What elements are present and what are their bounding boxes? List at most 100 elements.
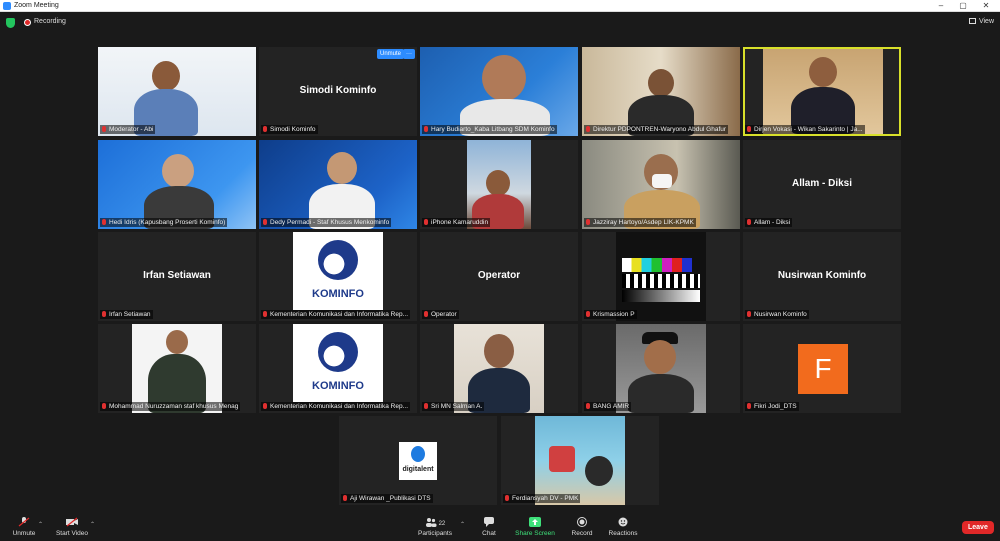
chat-button[interactable]: Chat xyxy=(478,517,500,537)
video-tile[interactable]: digitalent Aji Wirawan _Publikasi DTS xyxy=(339,416,497,505)
security-shield-icon[interactable] xyxy=(6,18,15,28)
video-tile[interactable]: Direktur PDPONTREN-Waryono Abdul Ghafur xyxy=(582,47,740,136)
participant-name: Jazziray Hartoyo/Asdep LIK-KPMK xyxy=(584,218,696,227)
video-tile[interactable]: Hedi Idris (Kapusbang Proserti Kominfo) xyxy=(98,140,256,229)
participants-count: 22 xyxy=(438,521,446,527)
participant-head xyxy=(648,69,674,97)
recording-icon xyxy=(24,19,31,26)
muted-mic-icon xyxy=(586,219,590,225)
unmute-participant-button[interactable]: Unmute xyxy=(377,49,405,59)
video-tile[interactable]: BANG AMIR xyxy=(582,324,740,413)
participant-head xyxy=(484,334,514,368)
muted-mic-icon xyxy=(586,126,590,132)
video-tile[interactable]: Krismassion P xyxy=(582,232,740,321)
participant-display-name: Allam - Diksi xyxy=(791,178,853,189)
participant-name: Dirjen Vokasi - Wikan Sakarinto | Ja... xyxy=(745,125,865,134)
start-video-button[interactable]: Start Video xyxy=(54,517,90,537)
muted-mic-icon xyxy=(424,126,428,132)
participant-name: Nusirwan Kominfo xyxy=(745,310,809,319)
participant-avatar: F xyxy=(798,344,848,394)
video-tile[interactable]: Jazziray Hartoyo/Asdep LIK-KPMK xyxy=(582,140,740,229)
participant-name: Hary Budiarto_Kaba Litbang SDM Kominfo xyxy=(422,125,557,134)
video-off-icon xyxy=(66,517,78,527)
meeting-topbar: Recording View xyxy=(0,12,1000,34)
more-options-button[interactable]: ··· xyxy=(403,49,415,59)
participant-name: Kementerian Komunikasi dan Informatika R… xyxy=(261,310,411,319)
meeting-toolbar: Unmute ⌃ Start Video ⌃ 22 Participants ⌃… xyxy=(0,513,1000,541)
video-tile[interactable]: KOMINFO Kementerian Komunikasi dan Infor… xyxy=(259,324,417,413)
muted-mic-icon xyxy=(263,311,267,317)
video-tile[interactable]: Dedy Permadi - Staf Khusus Menkominfo xyxy=(259,140,417,229)
muted-microphone-icon xyxy=(18,517,30,527)
kominfo-logo: KOMINFO xyxy=(293,232,383,310)
muted-mic-icon xyxy=(102,219,106,225)
participant-display-name: Nusirwan Kominfo xyxy=(777,270,867,281)
close-button[interactable]: ✕ xyxy=(975,0,997,12)
maximize-button[interactable]: ▢ xyxy=(952,0,974,12)
participant-name: Allam - Diksi xyxy=(745,218,793,227)
video-tile[interactable]: Hary Budiarto_Kaba Litbang SDM Kominfo xyxy=(420,47,578,136)
video-tile-active-speaker[interactable]: Dirjen Vokasi - Wikan Sakarinto | Ja... xyxy=(743,47,901,136)
grid-view-icon xyxy=(968,18,976,24)
record-icon xyxy=(577,517,587,527)
participant-name: Dedy Permadi - Staf Khusus Menkominfo xyxy=(261,218,392,227)
reactions-button[interactable]: Reactions xyxy=(606,517,640,537)
record-button[interactable]: Record xyxy=(570,517,594,537)
share-screen-icon xyxy=(529,517,541,527)
muted-mic-icon xyxy=(263,403,267,409)
kominfo-emblem-icon xyxy=(318,332,358,372)
participant-name: Moderator - Abi xyxy=(100,125,156,134)
unmute-button[interactable]: Unmute xyxy=(10,517,38,537)
video-tile[interactable]: Operator Operator xyxy=(420,232,578,321)
digitalent-emblem-icon xyxy=(411,446,425,462)
video-tile[interactable]: KOMINFO Kementerian Komunikasi dan Infor… xyxy=(259,232,417,321)
view-button[interactable]: View xyxy=(968,18,994,25)
minimize-button[interactable]: – xyxy=(930,0,952,12)
video-tile[interactable]: Mohammad Nuruzzaman staf khusus Menag xyxy=(98,324,256,413)
video-tile[interactable]: Simodi Kominfo Unmute ··· Simodi Kominfo xyxy=(259,47,417,136)
muted-mic-icon xyxy=(263,126,267,132)
participant-body xyxy=(628,374,694,413)
participant-name: Direktur PDPONTREN-Waryono Abdul Ghafur xyxy=(584,125,729,134)
participant-name: Kementerian Komunikasi dan Informatika R… xyxy=(261,402,411,411)
video-tile[interactable]: F Fikri Jodi_DTS xyxy=(743,324,901,413)
muted-mic-icon xyxy=(586,403,590,409)
share-screen-button[interactable]: Share Screen xyxy=(514,517,556,537)
muted-mic-icon xyxy=(424,311,428,317)
video-tile[interactable]: Irfan Setiawan Irfan Setiawan xyxy=(98,232,256,321)
reactions-smiley-icon xyxy=(618,517,628,527)
window-title: Zoom Meeting xyxy=(14,2,59,9)
muted-mic-icon xyxy=(747,219,751,225)
participant-head xyxy=(166,330,188,354)
video-tile[interactable]: Nusirwan Kominfo Nusirwan Kominfo xyxy=(743,232,901,321)
digitalent-logo: digitalent xyxy=(399,442,437,480)
participants-icon xyxy=(425,518,437,527)
participant-head xyxy=(644,340,676,374)
muted-mic-icon xyxy=(263,219,267,225)
participant-name: iPhone Kamaruddin xyxy=(422,218,491,227)
participant-display-name: Operator xyxy=(477,270,521,281)
participants-button[interactable]: 22 Participants xyxy=(416,517,454,537)
kominfo-logo: KOMINFO xyxy=(293,324,383,402)
participant-name: Irfan Setiawan xyxy=(100,310,153,319)
audio-options-caret-icon[interactable]: ⌃ xyxy=(38,521,43,528)
video-tile[interactable]: Moderator - Abi xyxy=(98,47,256,136)
muted-mic-icon xyxy=(102,126,106,132)
window-titlebar: Zoom Meeting – ▢ ✕ xyxy=(0,0,1000,12)
participants-caret-icon[interactable]: ⌃ xyxy=(460,521,465,528)
video-tile[interactable]: Sri MN Salman A. xyxy=(420,324,578,413)
video-tile[interactable]: Allam - Diksi Allam - Diksi xyxy=(743,140,901,229)
participant-name: Mohammad Nuruzzaman staf khusus Menag xyxy=(100,402,241,411)
child-drawing xyxy=(585,456,613,486)
participant-name: Operator xyxy=(422,310,459,319)
video-options-caret-icon[interactable]: ⌃ xyxy=(90,521,95,528)
zoom-logo-icon xyxy=(3,2,11,10)
video-tile[interactable]: Ferdiansyah DV - PMK xyxy=(501,416,659,505)
participant-name: Ferdiansyah DV - PMK xyxy=(503,494,581,503)
face-mask xyxy=(652,174,672,188)
participant-head xyxy=(327,152,357,184)
muted-mic-icon xyxy=(747,126,751,132)
chat-icon xyxy=(484,517,494,527)
video-tile[interactable]: iPhone Kamaruddin xyxy=(420,140,578,229)
leave-button[interactable]: Leave xyxy=(962,521,994,534)
